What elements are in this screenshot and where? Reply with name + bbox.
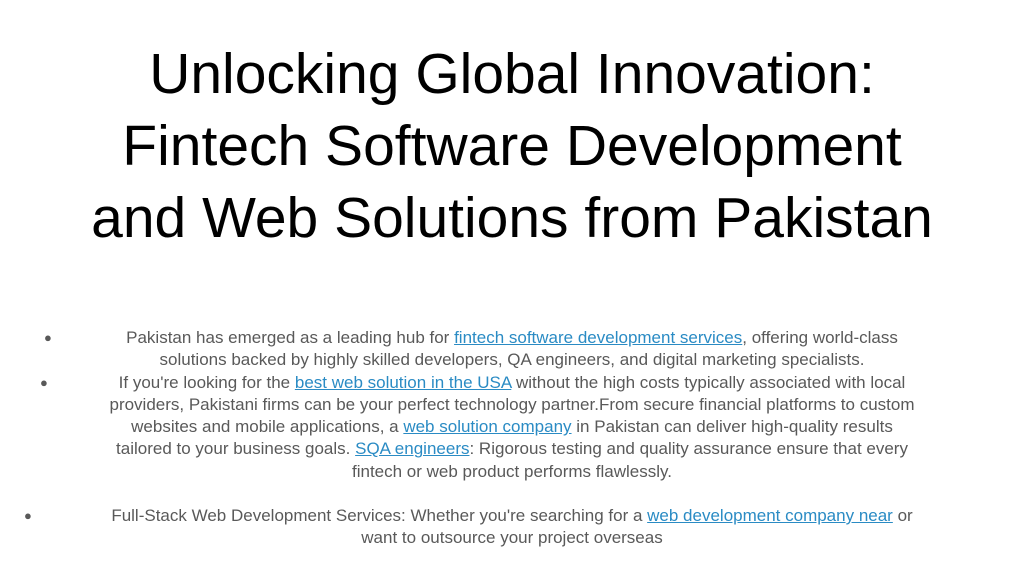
bullet-line: solutions backed by highly skilled devel… <box>159 350 865 370</box>
bullet-item: ● If you're looking for the best web sol… <box>40 372 962 483</box>
bullet-line: Full-Stack Web Development Services: Whe… <box>47 505 977 527</box>
bullet-text: tailored to your business goals. <box>116 439 356 459</box>
bullet-text: Full-Stack Web Development Services: Whe… <box>111 506 648 526</box>
bullet-text: in Pakistan can deliver high-quality res… <box>571 417 893 437</box>
bullet-line: providers, Pakistani firms can be your p… <box>109 394 915 414</box>
slide-title: Unlocking Global Innovation: Fintech Sof… <box>0 38 1024 254</box>
web-solution-company-link[interactable]: web solution company <box>403 417 571 436</box>
bullet-line: Pakistan has emerged as a leading hub fo… <box>87 327 937 349</box>
bullet-icon: ● <box>24 508 32 524</box>
fintech-services-link[interactable]: fintech software development services <box>454 328 742 347</box>
title-line-1: Unlocking Global Innovation: <box>149 42 875 106</box>
bullet-item: ● Pakistan has emerged as a leading hub … <box>44 327 937 372</box>
bullet-icon: ● <box>40 374 48 390</box>
bullet-list: ● Pakistan has emerged as a leading hub … <box>0 327 1024 550</box>
bullet-text: : Rigorous testing and quality assurance… <box>469 439 908 459</box>
bullet-text: without the high costs typically associa… <box>511 372 906 392</box>
bullet-line: websites and mobile applications, a web … <box>62 416 962 438</box>
bullet-text: If you're looking for the <box>118 372 295 392</box>
bullet-text: , offering world-class <box>742 328 898 347</box>
bullet-text: websites and mobile applications, a <box>131 417 404 437</box>
web-development-company-link[interactable]: web development company near <box>647 506 893 525</box>
bullet-line: want to outsource your project overseas <box>361 528 663 548</box>
bullet-text: or <box>892 506 913 526</box>
bullet-icon: ● <box>44 330 52 345</box>
bullet-item: ● Full-Stack Web Development Services: W… <box>24 505 977 550</box>
bullet-line: tailored to your business goals. SQA eng… <box>62 438 962 460</box>
title-line-3: and Web Solutions from Pakistan <box>91 186 933 250</box>
sqa-engineers-link[interactable]: SQA engineers <box>355 439 469 458</box>
bullet-text: Pakistan has emerged as a leading hub fo… <box>126 328 455 347</box>
slide: Unlocking Global Innovation: Fintech Sof… <box>0 0 1024 576</box>
bullet-line: fintech or web product performs flawless… <box>352 461 672 481</box>
bullet-line: If you're looking for the best web solut… <box>62 372 962 394</box>
title-line-2: Fintech Software Development <box>122 114 902 178</box>
best-web-solution-link[interactable]: best web solution in the USA <box>295 373 511 392</box>
